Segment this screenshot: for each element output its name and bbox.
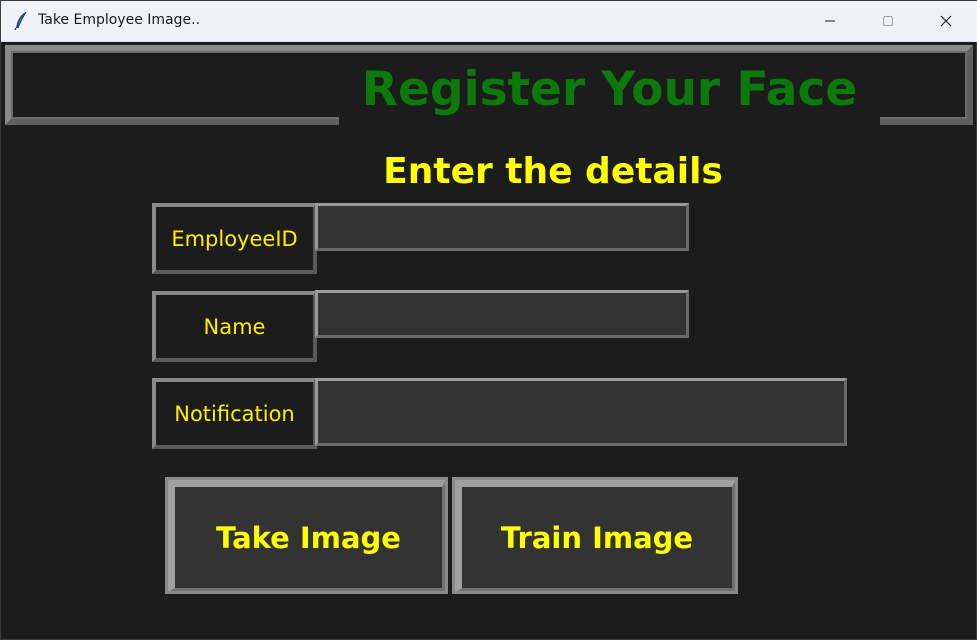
- page-title: Register Your Face: [339, 59, 880, 125]
- form-subtitle: Enter the details: [383, 151, 723, 192]
- take-image-button[interactable]: Take Image: [165, 477, 448, 594]
- notification-field: [315, 378, 847, 446]
- name-label: Name: [152, 291, 317, 362]
- train-image-button[interactable]: Train Image: [452, 477, 738, 594]
- close-button[interactable]: [917, 1, 975, 41]
- maximize-button[interactable]: [859, 1, 917, 41]
- employee-id-label: EmployeeID: [152, 203, 317, 274]
- app-window: Take Employee Image.. Register Your Face…: [0, 0, 977, 640]
- feather-icon: [13, 11, 29, 31]
- minimize-button[interactable]: [801, 1, 859, 41]
- name-input[interactable]: [315, 290, 689, 338]
- notification-label: Notification: [152, 378, 317, 449]
- close-icon: [940, 12, 952, 31]
- minimize-icon: [824, 12, 836, 31]
- window-title: Take Employee Image..: [38, 12, 201, 28]
- employee-id-input[interactable]: [315, 203, 689, 251]
- maximize-icon: [882, 12, 894, 31]
- title-bar[interactable]: Take Employee Image..: [1, 1, 977, 42]
